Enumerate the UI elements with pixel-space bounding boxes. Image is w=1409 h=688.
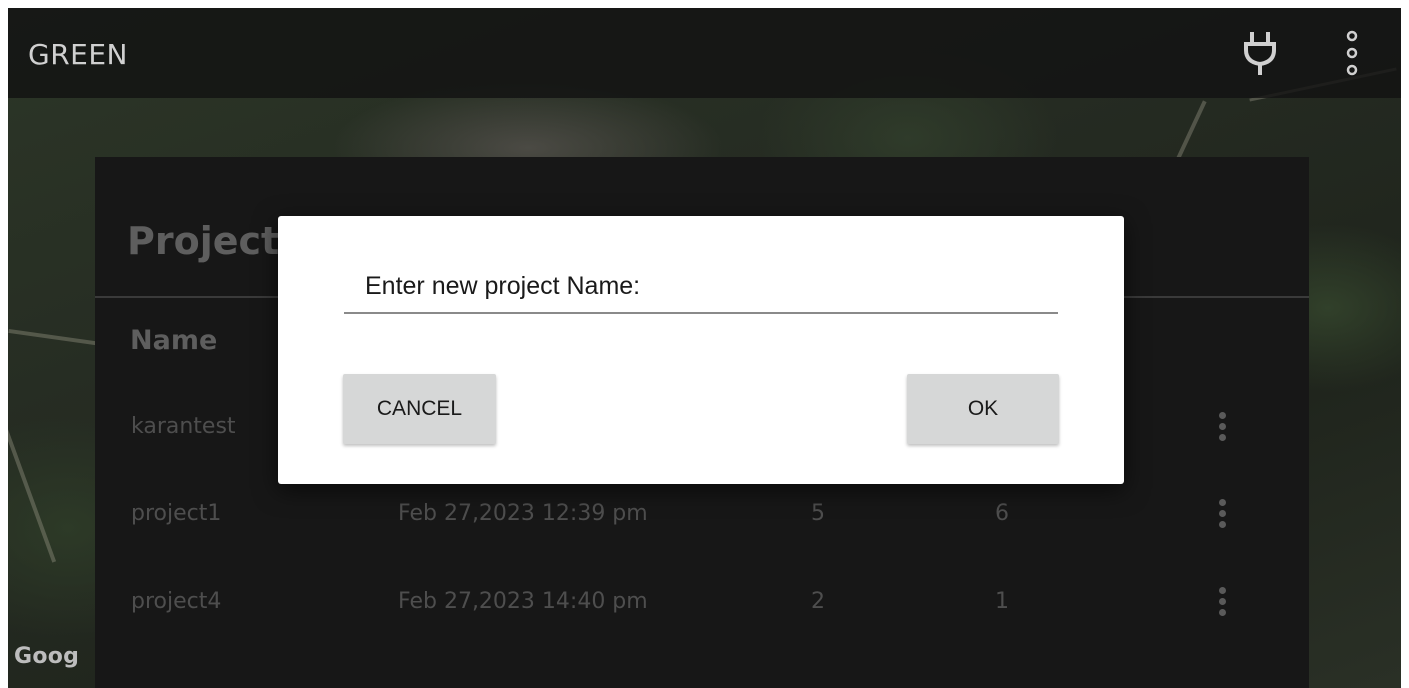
- column-header-name: Name: [130, 325, 218, 356]
- new-project-dialog: Enter new project Name: CANCEL OK: [278, 216, 1124, 484]
- table-row[interactable]: project4 Feb 27,2023 14:40 pm 2 1: [95, 575, 1309, 635]
- row-more-icon[interactable]: [1215, 497, 1229, 537]
- power-plug-icon[interactable]: [1242, 30, 1278, 76]
- project-date: Feb 27,2023 14:40 pm: [398, 589, 648, 614]
- project-name: karantest: [131, 414, 236, 439]
- row-more-icon[interactable]: [1215, 585, 1229, 625]
- dialog-prompt: Enter new project Name:: [365, 272, 641, 300]
- map-road: [8, 373, 57, 563]
- project-count-b: 6: [995, 501, 1009, 526]
- project-date: Feb 27,2023 12:39 pm: [398, 501, 648, 526]
- table-row[interactable]: project1 Feb 27,2023 12:39 pm 5 6: [95, 487, 1309, 547]
- project-name: project1: [131, 501, 222, 526]
- panel-title: Project: [127, 219, 280, 263]
- cancel-button[interactable]: CANCEL: [343, 374, 496, 444]
- more-vert-icon[interactable]: [1342, 28, 1362, 78]
- project-count-b: 1: [995, 589, 1009, 614]
- project-count-a: 2: [811, 589, 825, 614]
- project-name: project4: [131, 589, 222, 614]
- ok-button[interactable]: OK: [907, 374, 1059, 444]
- map-road: [1173, 100, 1207, 166]
- map-background[interactable]: GREEN Project Name karantest project1 Fe…: [8, 8, 1401, 688]
- project-count-a: 5: [811, 501, 825, 526]
- app-bar: GREEN: [8, 8, 1401, 98]
- app-title: GREEN: [28, 38, 128, 71]
- google-attribution-logo: Goog: [14, 644, 80, 669]
- row-more-icon[interactable]: [1215, 410, 1229, 450]
